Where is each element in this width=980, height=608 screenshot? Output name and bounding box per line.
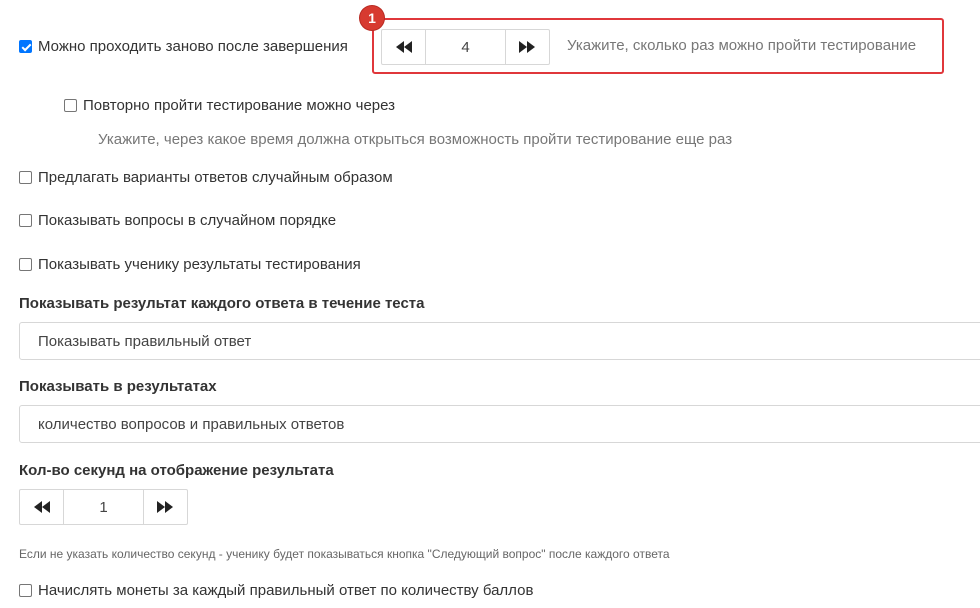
answer-result-selected: Показывать правильный ответ	[38, 332, 252, 350]
double-right-arrow-icon	[157, 501, 174, 513]
random-questions-checkbox[interactable]	[19, 214, 32, 227]
random-answers-checkbox[interactable]	[19, 171, 32, 184]
double-left-arrow-icon	[395, 41, 412, 53]
coins-label: Начислять монеты за каждый правильный от…	[38, 582, 534, 599]
coins-checkbox[interactable]	[19, 584, 32, 597]
seconds-decrement-button[interactable]	[20, 490, 63, 524]
result-seconds-stepper[interactable]: 1	[19, 489, 188, 525]
retake-option[interactable]: Можно проходить заново после завершения	[19, 38, 348, 55]
result-seconds-value[interactable]: 1	[63, 490, 144, 524]
test-settings-page: Можно проходить заново после завершения …	[0, 0, 980, 608]
double-right-arrow-icon	[519, 41, 536, 53]
show-results-option[interactable]: Показывать ученику результаты тестирован…	[19, 256, 361, 273]
answer-result-label: Показывать результат каждого ответа в те…	[19, 295, 425, 312]
random-questions-option[interactable]: Показывать вопросы в случайном порядке	[19, 212, 336, 229]
show-in-results-label: Показывать в результатах	[19, 378, 217, 395]
result-seconds-label: Кол-во секунд на отображение результата	[19, 462, 334, 479]
decrement-button[interactable]	[382, 30, 425, 64]
coins-option[interactable]: Начислять монеты за каждый правильный от…	[19, 582, 533, 599]
show-results-label: Показывать ученику результаты тестирован…	[38, 256, 361, 273]
retake-count-value[interactable]: 4	[425, 30, 506, 64]
answer-result-select[interactable]: Показывать правильный ответ	[19, 322, 980, 360]
retake-count-stepper[interactable]: 4	[381, 29, 550, 65]
retake-count-hint: Укажите, сколько раз можно пройти тестир…	[567, 37, 917, 54]
increment-button[interactable]	[506, 30, 549, 64]
seconds-increment-button[interactable]	[144, 490, 187, 524]
show-in-results-select[interactable]: количество вопросов и правильных ответов	[19, 405, 980, 443]
random-questions-label: Показывать вопросы в случайном порядке	[38, 212, 337, 229]
show-in-results-selected: количество вопросов и правильных ответов	[38, 415, 345, 433]
retake-label: Можно проходить заново после завершения	[38, 38, 348, 55]
result-seconds-hint: Если не указать количество секунд - учен…	[19, 547, 670, 561]
retake-checkbox[interactable]	[19, 40, 32, 53]
annotation-badge: 1	[360, 6, 384, 30]
random-answers-label: Предлагать варианты ответов случайным об…	[38, 169, 393, 186]
retake-after-hint: Укажите, через какое время должна открыт…	[98, 131, 733, 148]
retake-after-label: Повторно пройти тестирование можно через	[83, 97, 396, 114]
show-results-checkbox[interactable]	[19, 258, 32, 271]
retake-after-checkbox[interactable]	[64, 99, 77, 112]
double-left-arrow-icon	[33, 501, 50, 513]
random-answers-option[interactable]: Предлагать варианты ответов случайным об…	[19, 169, 393, 186]
retake-after-option[interactable]: Повторно пройти тестирование можно через	[64, 97, 395, 114]
